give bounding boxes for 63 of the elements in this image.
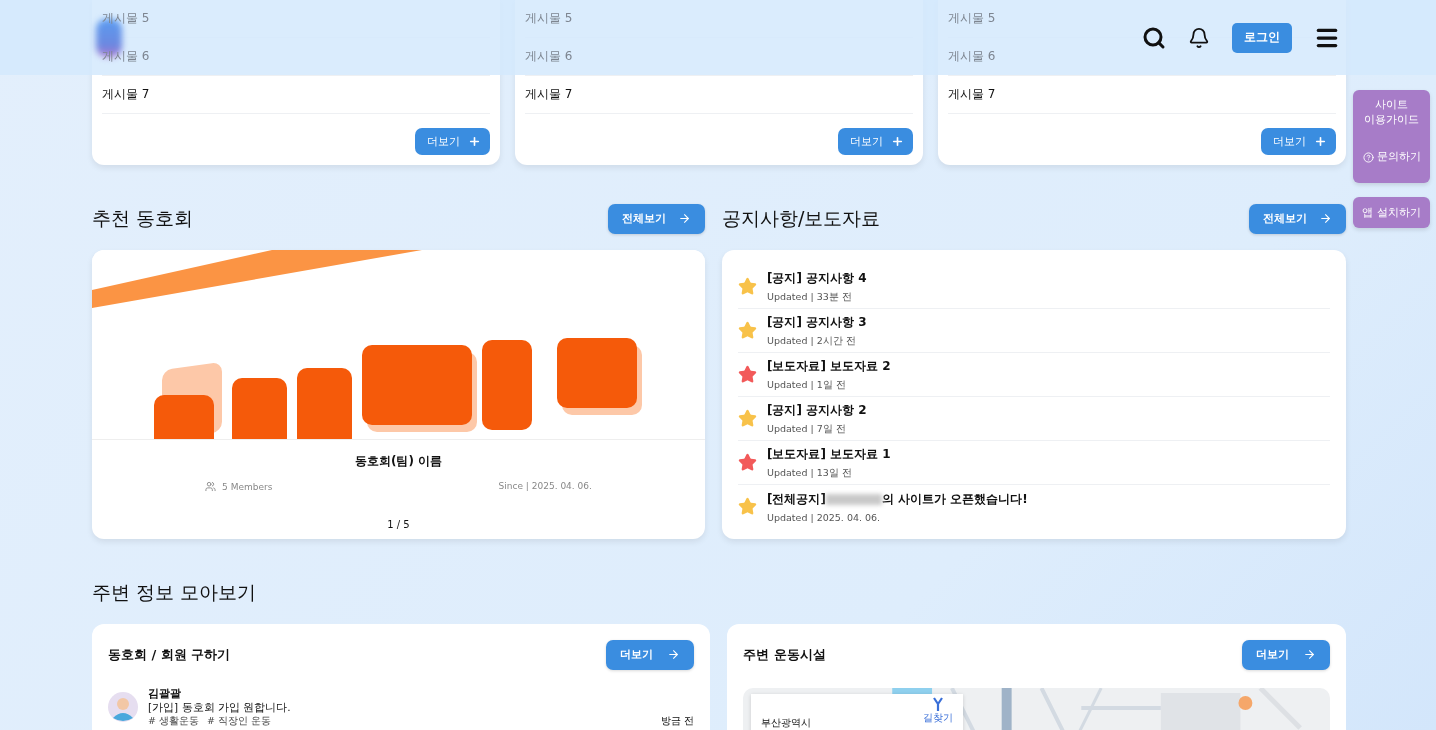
plus-icon (1314, 135, 1327, 148)
arrow-right-icon (1303, 648, 1316, 661)
more-button[interactable]: 더보기 (1242, 639, 1330, 670)
search-icon[interactable] (1142, 25, 1166, 50)
members-count: 5 Members (222, 481, 273, 492)
author-name: 김괄괄 (148, 686, 182, 701)
section-title: 추천 동호회 (92, 205, 194, 231)
notice-title[interactable]: [공지] 공지사항 2 (767, 401, 867, 419)
section-title: 주변 정보 모아보기 (92, 579, 257, 605)
club-name: 동호회(팀) 이름 (353, 453, 444, 470)
updated-time: Updated | 7일 전 (767, 422, 847, 436)
inquiry-link[interactable]: 문의하기 (1362, 149, 1421, 165)
post-link[interactable]: 게시물 7 (102, 86, 150, 103)
notice-title[interactable]: [공지] 공지사항 4 (767, 269, 867, 287)
post-link[interactable]: 게시물 6 (102, 48, 150, 65)
people-icon (205, 481, 217, 492)
notice-title[interactable]: 의 사이트가 오픈했습니다! (881, 490, 1028, 508)
arrow-right-icon (667, 648, 680, 661)
guide-link[interactable]: 사이트 이용가이드 (1364, 98, 1419, 128)
bell-icon[interactable] (1188, 26, 1210, 49)
more-button[interactable]: 더보기 (838, 128, 913, 155)
card-title: 동호회 / 회원 구하기 (108, 645, 231, 664)
tag-label: # 직장인 운동 (207, 715, 271, 728)
club-card[interactable]: 동호회(팀) 이름 5 Members Since | 2025. 04. 06. 1 / 5 (92, 250, 705, 539)
avatar-icon (108, 692, 138, 722)
notice-title[interactable]: [보도자료] 보도자료 2 (767, 357, 891, 375)
updated-time: Updated | 1일 전 (767, 378, 847, 392)
post-title[interactable]: [가입] 동호회 가입 원합니다. (148, 701, 291, 715)
pager-text: 1 / 5 (386, 519, 411, 530)
post-link[interactable]: 게시물 5 (102, 10, 150, 27)
post-link[interactable]: 게시물 5 (525, 10, 573, 27)
updated-time: Updated | 13일 전 (767, 466, 853, 480)
arrow-right-icon (1319, 212, 1332, 225)
post-link[interactable]: 게시물 7 (525, 86, 573, 103)
plus-icon (468, 135, 481, 148)
updated-time: Updated | 2시간 전 (767, 334, 857, 348)
login-button[interactable]: 로그인 (1232, 22, 1292, 53)
plus-icon (891, 135, 904, 148)
more-button[interactable]: 더보기 (606, 639, 694, 670)
arrow-right-icon (678, 212, 691, 225)
notice-title[interactable]: [공지] 공지사항 3 (767, 313, 867, 331)
fork-arrow-icon (931, 697, 945, 711)
more-button[interactable]: 더보기 (1261, 128, 1336, 155)
region-name: 부산광역시 (761, 717, 811, 730)
updated-time: Updated | 33분 전 (767, 290, 853, 304)
post-link[interactable]: 게시물 7 (948, 86, 996, 103)
section-title: 공지사항/보도자료 (722, 205, 881, 231)
post-link[interactable]: 게시물 6 (948, 48, 996, 65)
since-date: Since | 2025. 04. 06. (498, 481, 592, 492)
updated-time: Updated | 2025. 04. 06. (767, 511, 882, 523)
more-button[interactable]: 더보기 (415, 128, 490, 155)
post-time: 방금 전 (660, 715, 694, 728)
notice-title[interactable]: [보도자료] 보도자료 1 (767, 445, 891, 463)
notice-title[interactable]: [전체공지] (767, 490, 826, 508)
tag-label: # 생활운동 (148, 715, 199, 728)
post-link[interactable]: 게시물 6 (525, 48, 573, 65)
post-link[interactable]: 게시물 5 (948, 10, 996, 27)
directions-button[interactable]: 길찾기 (923, 697, 953, 725)
card-title: 주변 운동시설 (743, 645, 826, 664)
help-icon (1362, 151, 1374, 163)
view-all-button[interactable]: 전체보기 (608, 203, 705, 234)
view-all-button[interactable]: 전체보기 (1249, 203, 1346, 234)
app-install-button[interactable]: 앱 설치하기 (1353, 197, 1430, 228)
